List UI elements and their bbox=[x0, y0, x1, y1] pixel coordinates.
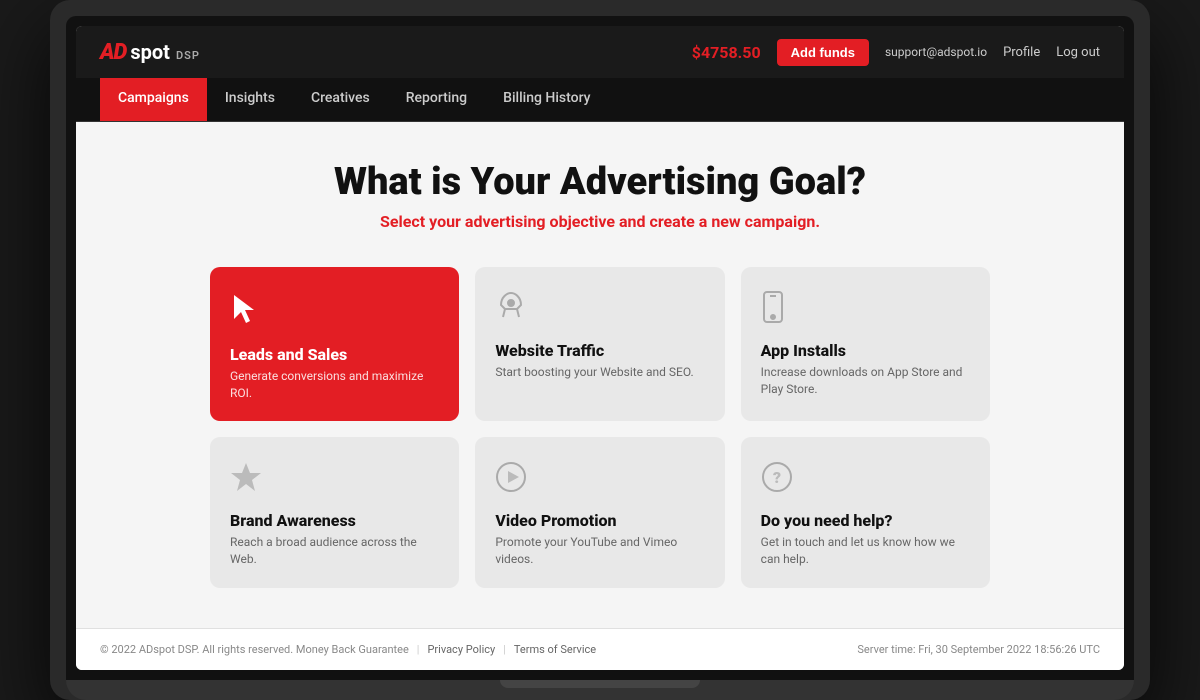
card-help-desc: Get in touch and let us know how we can … bbox=[761, 534, 970, 568]
main-content: What is Your Advertising Goal? Select yo… bbox=[76, 122, 1124, 628]
card-brand-awareness[interactable]: Brand Awareness Reach a broad audience a… bbox=[210, 437, 459, 588]
support-email: support@adspot.io bbox=[885, 45, 987, 59]
star-icon bbox=[230, 461, 439, 501]
card-video-promotion-desc: Promote your YouTube and Vimeo videos. bbox=[495, 534, 704, 568]
rocket-icon bbox=[495, 291, 704, 331]
add-funds-button[interactable]: Add funds bbox=[777, 39, 869, 66]
help-icon: ? bbox=[761, 461, 970, 501]
laptop-frame: AD spot DSP $4758.50 Add funds support@a… bbox=[50, 0, 1150, 700]
footer-terms-service[interactable]: Terms of Service bbox=[514, 643, 596, 656]
phone-icon bbox=[761, 291, 970, 331]
nav-item-creatives[interactable]: Creatives bbox=[293, 78, 388, 121]
header: AD spot DSP $4758.50 Add funds support@a… bbox=[76, 26, 1124, 78]
card-app-installs-title: App Installs bbox=[761, 341, 970, 360]
card-app-installs[interactable]: App Installs Increase downloads on App S… bbox=[741, 267, 990, 422]
card-leads-sales-title: Leads and Sales bbox=[230, 345, 439, 364]
card-website-traffic-desc: Start boosting your Website and SEO. bbox=[495, 364, 704, 381]
logo-spot-text: spot bbox=[130, 40, 170, 64]
logo: AD spot DSP bbox=[100, 40, 200, 65]
card-help-title: Do you need help? bbox=[761, 511, 970, 530]
card-app-installs-desc: Increase downloads on App Store and Play… bbox=[761, 364, 970, 398]
nav-bar: Campaigns Insights Creatives Reporting B… bbox=[76, 78, 1124, 122]
profile-link[interactable]: Profile bbox=[1003, 45, 1040, 60]
footer-server-time: Server time: Fri, 30 September 2022 18:5… bbox=[857, 643, 1100, 656]
svg-text:?: ? bbox=[773, 468, 781, 487]
nav-item-insights[interactable]: Insights bbox=[207, 78, 293, 121]
footer: © 2022 ADspot DSP. All rights reserved. … bbox=[76, 628, 1124, 670]
card-help[interactable]: ? Do you need help? Get in touch and let… bbox=[741, 437, 990, 588]
footer-divider-2: | bbox=[503, 643, 506, 656]
footer-privacy-policy[interactable]: Privacy Policy bbox=[427, 643, 495, 656]
card-leads-sales-desc: Generate conversions and maximize ROI. bbox=[230, 368, 439, 402]
footer-copyright: © 2022 ADspot DSP. All rights reserved. … bbox=[100, 643, 409, 656]
logo-ad-text: AD bbox=[100, 40, 126, 65]
logout-link[interactable]: Log out bbox=[1056, 45, 1100, 60]
screen-bezel: AD spot DSP $4758.50 Add funds support@a… bbox=[66, 16, 1134, 680]
nav-item-billing-history[interactable]: Billing History bbox=[485, 78, 608, 121]
logo-dsp-text: DSP bbox=[176, 49, 200, 62]
card-brand-awareness-title: Brand Awareness bbox=[230, 511, 439, 530]
page-title: What is Your Advertising Goal? bbox=[156, 162, 1044, 204]
card-website-traffic[interactable]: Website Traffic Start boosting your Webs… bbox=[475, 267, 724, 422]
footer-divider-1: | bbox=[417, 643, 420, 656]
screen: AD spot DSP $4758.50 Add funds support@a… bbox=[76, 26, 1124, 670]
card-video-promotion-title: Video Promotion bbox=[495, 511, 704, 530]
nav-item-reporting[interactable]: Reporting bbox=[388, 78, 485, 121]
card-leads-sales[interactable]: Leads and Sales Generate conversions and… bbox=[210, 267, 459, 422]
footer-links: © 2022 ADspot DSP. All rights reserved. … bbox=[100, 643, 596, 656]
cursor-icon bbox=[230, 291, 439, 335]
balance-display: $4758.50 bbox=[692, 43, 761, 62]
play-icon bbox=[495, 461, 704, 501]
card-website-traffic-title: Website Traffic bbox=[495, 341, 704, 360]
laptop-base bbox=[66, 680, 1134, 700]
goal-cards-grid: Leads and Sales Generate conversions and… bbox=[210, 267, 990, 588]
page-subtitle: Select your advertising objective and cr… bbox=[156, 212, 1044, 231]
nav-item-campaigns[interactable]: Campaigns bbox=[100, 78, 207, 121]
header-right: $4758.50 Add funds support@adspot.io Pro… bbox=[692, 39, 1100, 66]
card-video-promotion[interactable]: Video Promotion Promote your YouTube and… bbox=[475, 437, 724, 588]
card-brand-awareness-desc: Reach a broad audience across the Web. bbox=[230, 534, 439, 568]
